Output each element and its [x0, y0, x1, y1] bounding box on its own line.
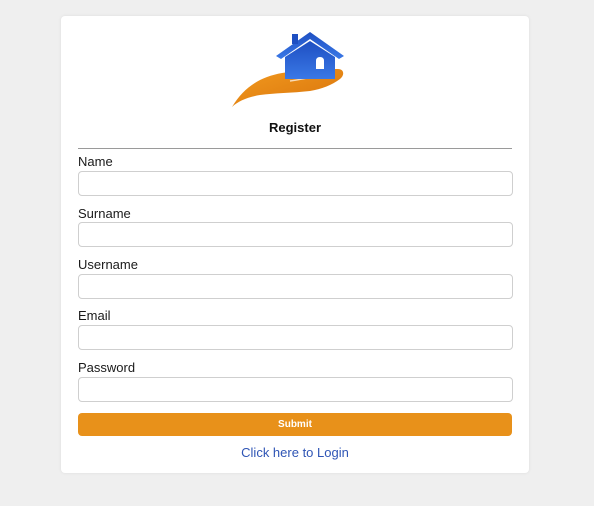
surname-field[interactable] — [78, 222, 513, 247]
register-card: Register Name Surname Username Email Pas… — [61, 16, 529, 473]
email-label: Email — [78, 308, 111, 323]
submit-button[interactable]: Submit — [78, 413, 512, 436]
username-label: Username — [78, 257, 138, 272]
password-field[interactable] — [78, 377, 513, 402]
password-label: Password — [78, 360, 136, 375]
house-in-hand-icon — [232, 32, 344, 107]
page-title: Register — [268, 120, 322, 135]
name-label: Name — [78, 154, 113, 169]
divider — [78, 148, 512, 149]
surname-label: Surname — [78, 206, 131, 221]
name-field[interactable] — [78, 171, 513, 196]
username-field[interactable] — [78, 274, 513, 299]
login-link[interactable]: Click here to Login — [61, 445, 529, 460]
email-field[interactable] — [78, 325, 513, 350]
